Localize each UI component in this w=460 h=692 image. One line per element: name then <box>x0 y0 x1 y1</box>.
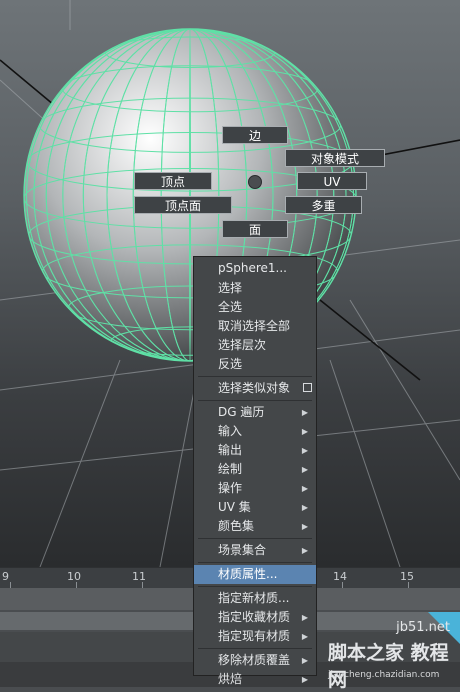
menu-item[interactable]: 指定新材质... <box>194 589 316 608</box>
submenu-arrow-icon: ▶ <box>301 503 308 512</box>
menu-items: 选择全选取消选择全部 选择层次反选选择类似对象 DG 遍历 ▶ 输入 ▶ 输出 ▶ 绘制 ▶ 操作 ▶… <box>194 279 316 689</box>
submenu-arrow-icon: ▶ <box>301 465 308 474</box>
tick-label: 11 <box>132 570 146 583</box>
submenu-arrow-icon: ▶ <box>301 427 308 436</box>
submenu-arrow-icon: ▶ <box>301 632 308 641</box>
menu-item[interactable]: 选择层次 <box>194 336 316 355</box>
menu-separator <box>198 586 312 587</box>
menu-item[interactable]: 输入 ▶ <box>194 422 316 441</box>
menu-separator <box>198 376 312 377</box>
menu-separator <box>198 400 312 401</box>
submenu-arrow-icon: ▶ <box>301 484 308 493</box>
menu-item-label: 场景集合 <box>218 543 267 557</box>
menu-item-label: 选择类似对象 <box>218 381 291 395</box>
menu-item-label: DG 遍历 <box>218 405 265 419</box>
object-mode-button[interactable]: 对象模式 <box>285 149 385 167</box>
menu-item[interactable]: 选择 <box>194 279 316 298</box>
watermark-site: jb51.net <box>396 620 450 635</box>
menu-item-label: 指定收藏材质 <box>218 610 291 624</box>
submenu-arrow-icon: ▶ <box>301 522 308 531</box>
menu-separator <box>198 648 312 649</box>
menu-item[interactable]: 场景集合 ▶ <box>194 541 316 560</box>
longitude-line <box>189 29 191 361</box>
menu-item-label: 取消选择全部 <box>218 319 291 333</box>
context-menu: pSphere1... 选择全选取消选择全部 选择层次反选选择类似对象 DG 遍历 ▶… <box>193 256 317 686</box>
menu-item-label: 选择 <box>218 281 243 295</box>
menu-item[interactable]: UV 集 ▶ <box>194 498 316 517</box>
vertex-mode-button[interactable]: 顶点 <box>134 172 212 190</box>
menu-separator <box>198 538 312 539</box>
menu-item-label: 材质属性... <box>218 567 278 581</box>
menu-item[interactable]: DG 遍历 ▶ <box>194 403 316 422</box>
menu-item-label: 指定现有材质 <box>218 629 291 643</box>
submenu-arrow-icon: ▶ <box>301 656 308 665</box>
menu-item-label: 输出 <box>218 443 243 457</box>
menu-item[interactable]: 颜色集 ▶ <box>194 517 316 536</box>
option-box-icon[interactable] <box>303 383 312 392</box>
watermark: jb51.net 脚本之家 教程网 jiaocheng.chazidian.co… <box>320 612 460 691</box>
menu-item[interactable]: 取消选择全部 <box>194 317 316 336</box>
submenu-arrow-icon: ▶ <box>301 613 308 622</box>
menu-item[interactable]: 指定现有材质 ▶ <box>194 627 316 646</box>
menu-item-label: 移除材质覆盖 <box>218 653 291 667</box>
uv-mode-button[interactable]: UV <box>297 172 367 190</box>
menu-item[interactable]: 绘制 ▶ <box>194 460 316 479</box>
edge-mode-button[interactable]: 边 <box>222 126 288 144</box>
menu-item[interactable]: 烘焙 ▶ <box>194 670 316 689</box>
menu-item[interactable]: 反选 <box>194 355 316 374</box>
menu-item-label: 烘焙 <box>218 672 243 686</box>
menu-title: pSphere1... <box>218 261 287 275</box>
submenu-arrow-icon: ▶ <box>301 408 308 417</box>
menu-item-label: 颜色集 <box>218 519 255 533</box>
menu-item[interactable]: 指定收藏材质 ▶ <box>194 608 316 627</box>
menu-separator <box>198 562 312 563</box>
watermark-url: jiaocheng.chazidian.com <box>328 670 440 680</box>
menu-item[interactable]: 移除材质覆盖 ▶ <box>194 651 316 670</box>
submenu-arrow-icon: ▶ <box>301 446 308 455</box>
tick-label: 14 <box>333 570 347 583</box>
tick-label: 9 <box>2 570 9 583</box>
menu-item[interactable]: 全选 <box>194 298 316 317</box>
menu-item-label: 全选 <box>218 300 243 314</box>
menu-item-label: 操作 <box>218 481 243 495</box>
submenu-arrow-icon: ▶ <box>301 546 308 555</box>
menu-item-label: 指定新材质... <box>218 591 290 605</box>
multi-mode-button[interactable]: 多重 <box>285 196 362 214</box>
vertex-face-mode-button[interactable]: 顶点面 <box>134 196 232 214</box>
menu-item[interactable]: 材质属性... <box>194 565 316 584</box>
menu-item[interactable]: 操作 ▶ <box>194 479 316 498</box>
menu-item-label: 选择层次 <box>218 338 267 352</box>
menu-item-label: 绘制 <box>218 462 243 476</box>
watermark-brand: 脚本之家 教程网 <box>328 642 449 691</box>
menu-item[interactable]: 选择类似对象 <box>194 379 316 398</box>
menu-item-label: 反选 <box>218 357 243 371</box>
submenu-arrow-icon: ▶ <box>301 675 308 684</box>
menu-item-label: 输入 <box>218 424 243 438</box>
menu-item-label: UV 集 <box>218 500 251 514</box>
menu-item[interactable]: 输出 ▶ <box>194 441 316 460</box>
tick-label: 15 <box>400 570 414 583</box>
marking-menu-center-icon <box>248 175 262 189</box>
face-mode-button[interactable]: 面 <box>222 220 288 238</box>
tick-label: 10 <box>67 570 81 583</box>
